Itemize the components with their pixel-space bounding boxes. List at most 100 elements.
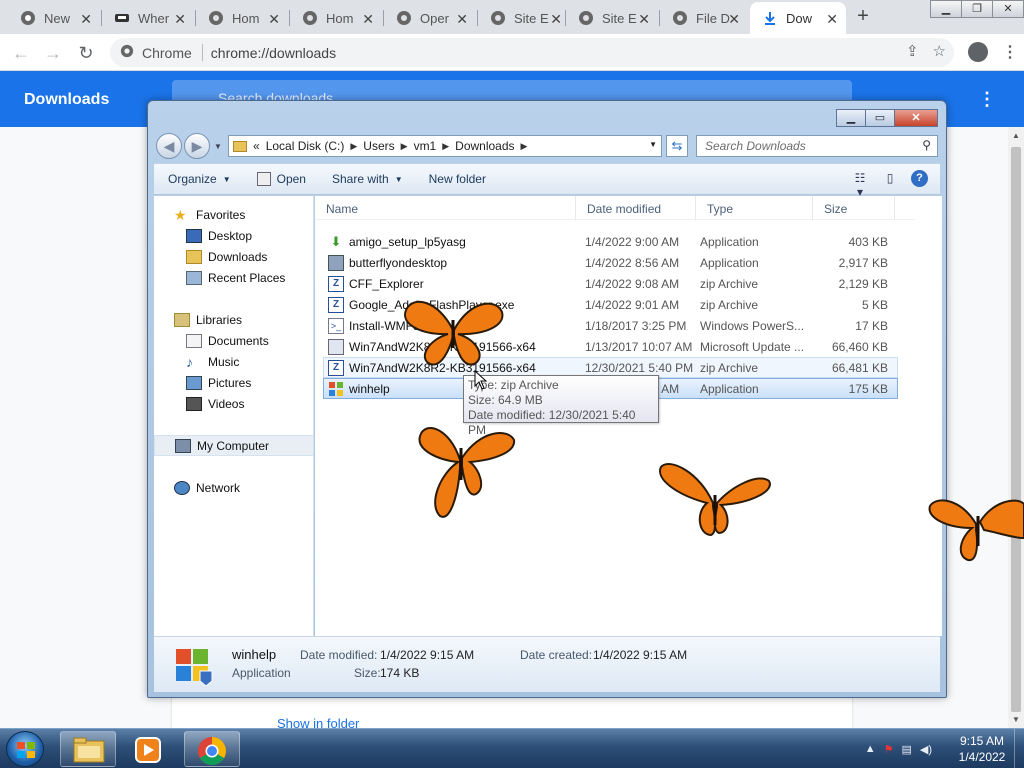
tab-label: Site E xyxy=(602,10,637,26)
scroll-up-icon[interactable]: ▲ xyxy=(1012,131,1020,140)
share-with-button[interactable]: Share with ▼ xyxy=(318,172,415,186)
refresh-button[interactable]: ⇆ xyxy=(666,135,688,157)
show-desktop-button[interactable] xyxy=(1014,729,1024,768)
videos-icon xyxy=(186,396,202,411)
forward-arrow-icon[interactable]: ▶ xyxy=(184,133,210,159)
close-icon[interactable]: ✕ xyxy=(826,11,838,28)
maximize-button[interactable]: ▭ xyxy=(865,109,895,127)
reload-button[interactable]: ↻ xyxy=(75,42,97,64)
search-downloads-input[interactable]: Search Downloads ⚲ xyxy=(696,135,938,157)
bookmark-star-icon[interactable]: ☆ xyxy=(933,42,946,60)
nav-network[interactable]: Network xyxy=(154,477,314,498)
chevron-right-icon[interactable]: ▶ xyxy=(442,141,449,152)
tab-open[interactable]: Oper ✕ xyxy=(384,2,476,34)
address-dropdown-icon[interactable]: ▼ xyxy=(649,140,657,149)
tab-label: Oper xyxy=(420,10,449,26)
column-header-name[interactable]: Name xyxy=(315,196,576,220)
organize-button[interactable]: Organize ▼ xyxy=(154,172,243,186)
recent-pages-dropdown-icon[interactable]: ▼ xyxy=(214,142,222,151)
restore-button[interactable]: ❐ xyxy=(961,0,993,18)
new-tab-button[interactable]: + xyxy=(852,6,874,28)
breadcrumb-item[interactable]: Downloads xyxy=(455,139,514,153)
file-row[interactable]: butterflyondesktop 1/4/2022 8:56 AM Appl… xyxy=(323,252,898,273)
clock-date: 1/4/2022 xyxy=(958,750,1006,764)
nav-videos[interactable]: Videos xyxy=(154,393,314,414)
minimize-button[interactable]: ▁ xyxy=(836,109,866,127)
close-icon[interactable]: ✕ xyxy=(456,11,468,28)
chevron-right-icon[interactable]: ▶ xyxy=(401,141,408,152)
file-size: 5 KB xyxy=(861,297,888,312)
chevron-right-icon[interactable]: ▶ xyxy=(521,141,528,152)
search-icon[interactable]: ⚲ xyxy=(922,138,931,152)
system-tray: ▲ ⚑ ▤ ◀) 9:15 AM 1/4/2022 xyxy=(865,729,1014,768)
minimize-button[interactable]: ▁ xyxy=(930,0,962,18)
tab-where[interactable]: Wher ✕ xyxy=(102,2,194,34)
breadcrumb-item[interactable]: vm1 xyxy=(414,139,437,153)
close-icon[interactable]: ✕ xyxy=(728,11,740,28)
site-chip[interactable]: Chrome xyxy=(120,44,203,61)
close-window-button[interactable]: ✕ xyxy=(992,0,1024,18)
close-icon[interactable]: ✕ xyxy=(80,11,92,28)
volume-icon[interactable]: ◀) xyxy=(920,743,932,756)
change-view-icon[interactable]: ☷ ▾ xyxy=(851,171,869,199)
nav-downloads[interactable]: Downloads xyxy=(154,246,314,267)
tab-new[interactable]: New ✕ xyxy=(8,2,100,34)
close-icon[interactable]: ✕ xyxy=(174,11,186,28)
breadcrumb-item[interactable]: Users xyxy=(363,139,394,153)
close-window-button[interactable]: ✕ xyxy=(894,109,938,127)
nav-libraries[interactable]: Libraries xyxy=(154,309,314,330)
close-icon[interactable]: ✕ xyxy=(362,11,374,28)
taskbar-chrome-button[interactable] xyxy=(184,731,240,767)
back-button[interactable]: ← xyxy=(10,42,32,64)
share-icon[interactable]: ⇪ xyxy=(906,42,919,60)
tab-home-2[interactable]: Hom ✕ xyxy=(290,2,382,34)
close-icon[interactable]: ✕ xyxy=(638,11,650,28)
share-with-label: Share with xyxy=(331,172,389,186)
scrollbar-thumb[interactable] xyxy=(1011,147,1021,712)
file-date: 12/30/2021 5:40 PM xyxy=(585,360,694,375)
taskbar-explorer-button[interactable] xyxy=(60,731,116,767)
nav-desktop[interactable]: Desktop xyxy=(154,225,314,246)
tab-home-1[interactable]: Hom ✕ xyxy=(196,2,288,34)
start-button[interactable] xyxy=(6,731,44,767)
taskbar-media-player-button[interactable] xyxy=(122,731,178,767)
close-icon[interactable]: ✕ xyxy=(550,11,562,28)
nav-favorites[interactable]: ★ Favorites xyxy=(154,204,314,225)
column-header-size[interactable]: Size xyxy=(813,196,895,220)
open-button[interactable]: Open xyxy=(243,172,318,186)
page-scrollbar[interactable]: ▲ ▼ xyxy=(1008,127,1024,728)
new-folder-button[interactable]: New folder xyxy=(415,172,498,186)
nav-label: Downloads xyxy=(208,249,268,264)
file-row[interactable]: ⬇ amigo_setup_lp5yasg 1/4/2022 9:00 AM Ap… xyxy=(323,231,898,252)
breadcrumb-item[interactable]: Local Disk (C:) xyxy=(266,139,345,153)
close-icon[interactable]: ✕ xyxy=(268,11,280,28)
column-header-type[interactable]: Type xyxy=(696,196,813,220)
breadcrumb-overflow[interactable]: « xyxy=(253,139,260,153)
tab-file[interactable]: File D ✕ xyxy=(660,2,748,34)
command-bar: Organize ▼ Open Share with ▼ New folder ☷ … xyxy=(154,163,940,199)
nav-music[interactable]: ♪ Music xyxy=(154,351,314,372)
network-tray-icon[interactable]: ▤ xyxy=(901,743,911,756)
nav-my-computer[interactable]: My Computer xyxy=(154,435,314,456)
back-arrow-icon[interactable]: ◀ xyxy=(156,133,182,159)
show-hidden-icons-icon[interactable]: ▲ xyxy=(865,743,876,755)
chevron-right-icon[interactable]: ▶ xyxy=(350,141,357,152)
tab-site-2[interactable]: Site E ✕ xyxy=(566,2,658,34)
forward-button[interactable]: → xyxy=(42,42,64,64)
omnibox[interactable]: Chrome chrome://downloads ⇪ ☆ xyxy=(110,38,954,67)
scroll-down-icon[interactable]: ▼ xyxy=(1012,715,1020,724)
preview-pane-icon[interactable]: ▯ xyxy=(881,171,899,187)
action-center-flag-icon[interactable]: ⚑ xyxy=(884,743,894,756)
browser-menu-icon[interactable]: ⋮ xyxy=(1002,42,1018,62)
nav-documents[interactable]: Documents xyxy=(154,330,314,351)
nav-recent-places[interactable]: Recent Places xyxy=(154,267,314,288)
tab-site-1[interactable]: Site E ✕ xyxy=(478,2,570,34)
column-header-date[interactable]: Date modified xyxy=(576,196,696,220)
profile-avatar[interactable] xyxy=(968,42,988,62)
help-icon[interactable]: ? xyxy=(911,170,928,187)
nav-pictures[interactable]: Pictures xyxy=(154,372,314,393)
clock[interactable]: 9:15 AM 1/4/2022 xyxy=(950,733,1014,765)
address-bar[interactable]: « Local Disk (C:) ▶ Users ▶ vm1 ▶ Downlo… xyxy=(228,135,662,157)
tab-downloads[interactable]: Dow ✕ xyxy=(750,2,846,34)
downloads-menu-icon[interactable]: ⋮ xyxy=(978,89,996,110)
